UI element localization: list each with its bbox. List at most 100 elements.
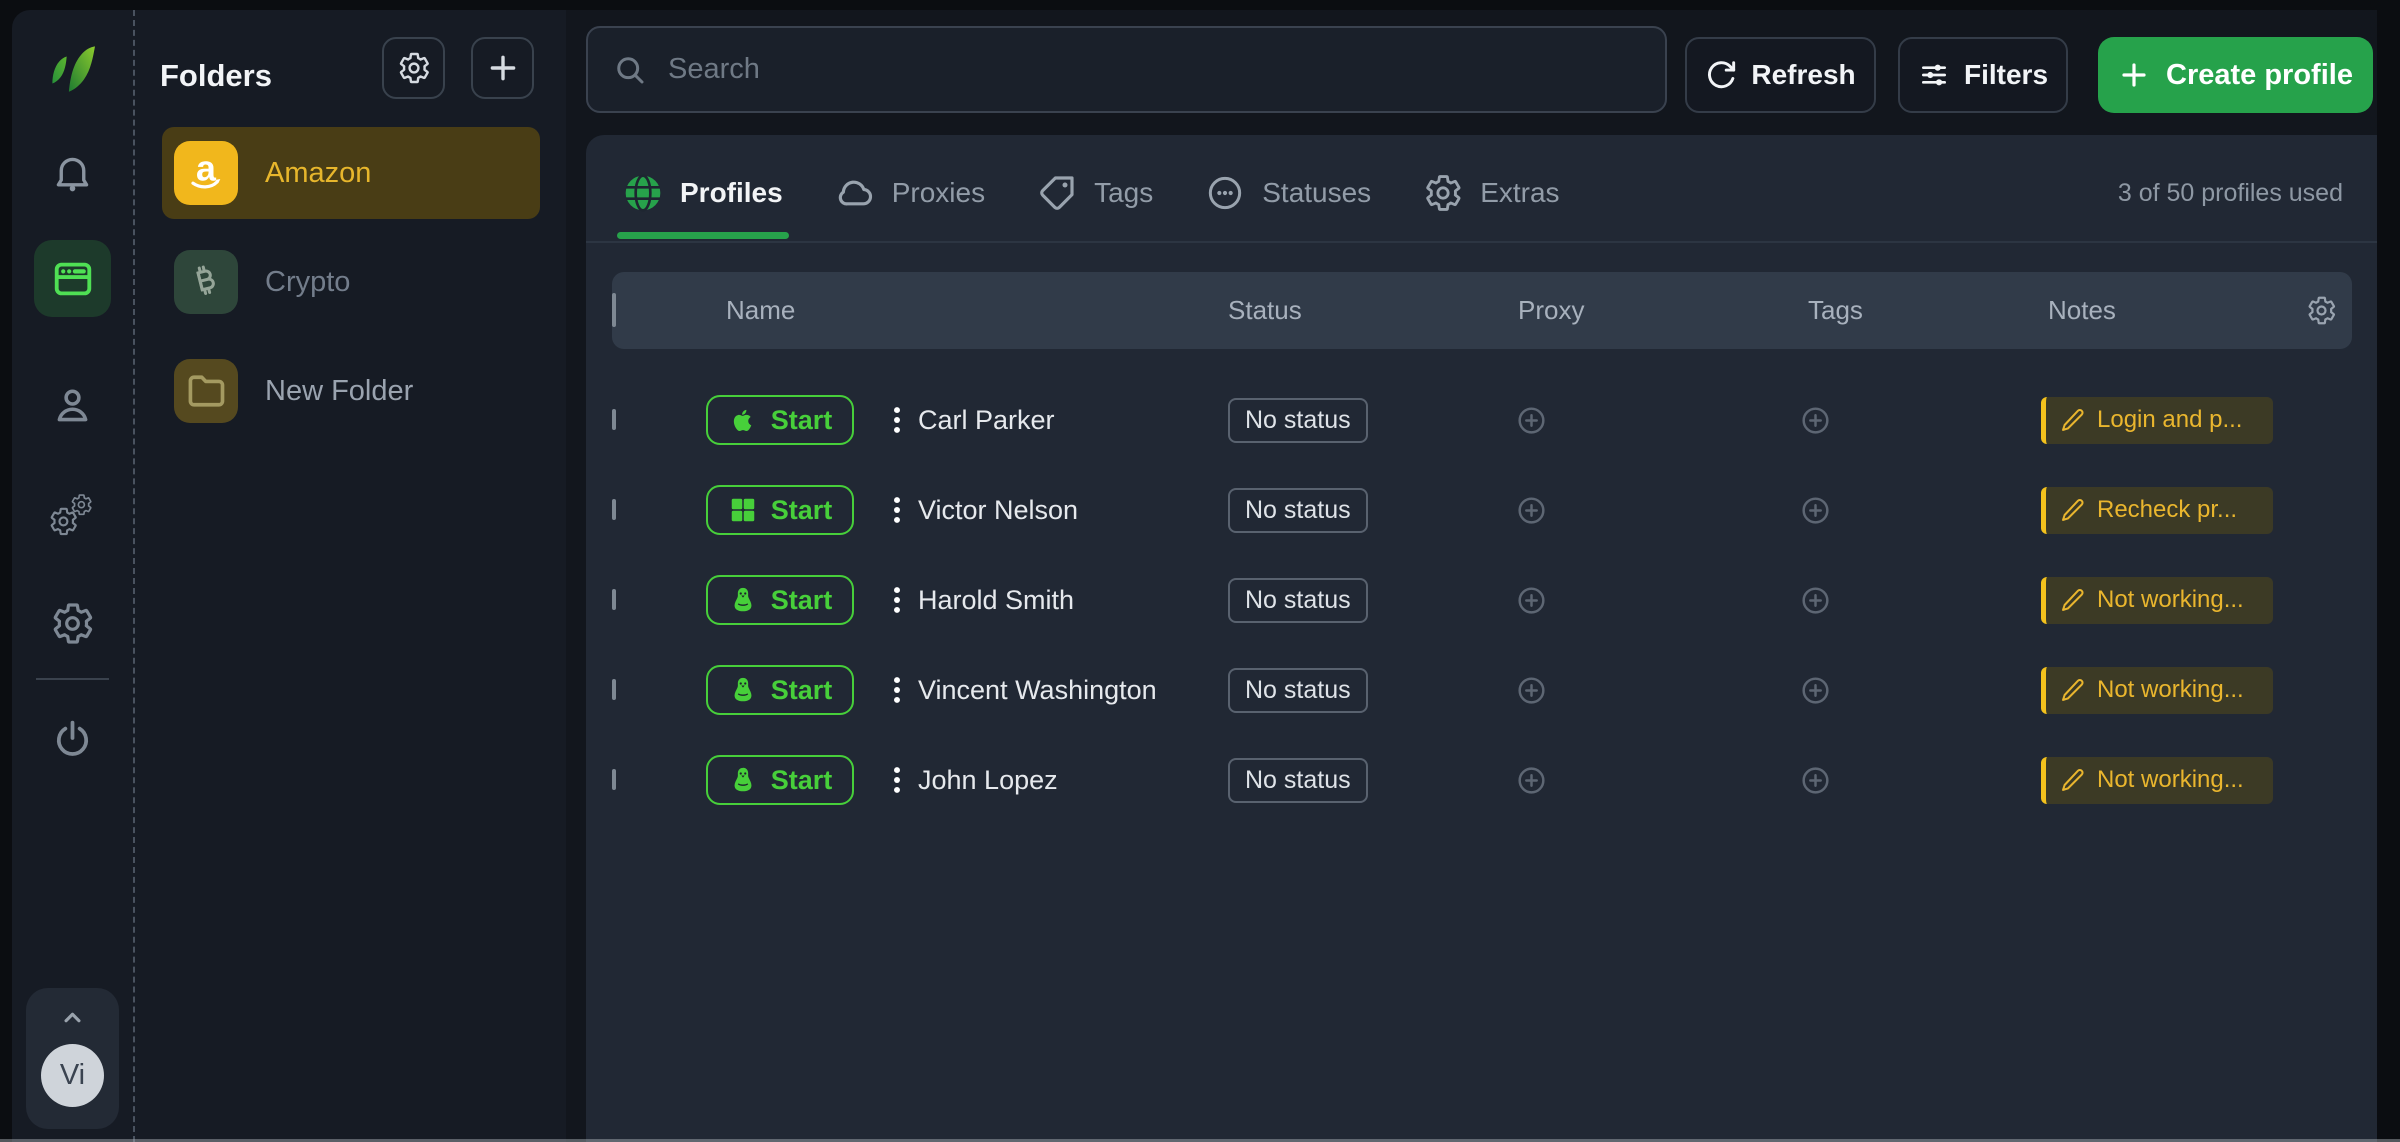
row-checkbox[interactable] [612,409,616,430]
table-row: Start John Lopez No status Not working..… [612,735,2352,825]
column-header-status: Status [1210,295,1500,326]
add-proxy-icon[interactable] [1515,764,1548,797]
add-proxy-icon[interactable] [1515,674,1548,707]
sidebar-item-profiles-active[interactable] [34,240,111,317]
row-menu-kebab-icon[interactable] [880,490,914,530]
row-menu-kebab-icon[interactable] [880,670,914,710]
automation-gears-icon[interactable] [50,493,95,538]
column-header-name: Name [700,295,1210,326]
note-badge[interactable]: Not working... [2041,757,2273,804]
profile-name: Victor Nelson [918,495,1078,526]
browser-window-icon [50,256,96,302]
pencil-icon [2059,587,2086,614]
pencil-icon [2059,407,2086,434]
bitcoin-icon [174,250,238,314]
add-tag-icon[interactable] [1799,404,1832,437]
status-badge[interactable]: No status [1228,668,1368,713]
add-tag-icon[interactable] [1799,584,1832,617]
start-label: Start [771,675,833,706]
avatar[interactable]: Vi [41,1044,104,1107]
folders-settings-button[interactable] [382,37,445,99]
note-text: Login and p... [2097,406,2242,434]
add-proxy-icon[interactable] [1515,494,1548,527]
tab-statuses[interactable]: Statuses [1205,145,1371,241]
create-profile-button[interactable]: Create profile [2098,37,2373,113]
add-folder-button[interactable] [471,37,534,99]
cloud-icon [835,173,875,213]
plus-icon [2118,59,2150,91]
note-text: Not working... [2097,586,2244,614]
profiles-usage-text: 3 of 50 profiles used [2118,179,2343,208]
tab-profiles[interactable]: Profiles [623,145,783,241]
tab-label: Extras [1480,177,1559,209]
gear-icon [397,51,431,85]
note-badge[interactable]: Not working... [2041,577,2273,624]
pencil-icon [2059,497,2086,524]
add-tag-icon[interactable] [1799,494,1832,527]
profile-name: Carl Parker [918,405,1055,436]
linux-icon [728,765,758,795]
start-profile-button[interactable]: Start [706,485,854,535]
column-header-tags: Tags [1790,295,2030,326]
add-proxy-icon[interactable] [1515,404,1548,437]
row-checkbox[interactable] [612,589,616,610]
status-badge[interactable]: No status [1228,758,1368,803]
user-menu[interactable]: Vi [26,988,119,1129]
filters-button[interactable]: Filters [1898,37,2068,113]
start-profile-button[interactable]: Start [706,395,854,445]
tab-proxies[interactable]: Proxies [835,145,985,241]
start-profile-button[interactable]: Start [706,575,854,625]
row-menu-kebab-icon[interactable] [880,760,914,800]
content-panel: Profiles Proxies Tags Statuses Extras [586,135,2377,1142]
row-checkbox[interactable] [612,769,616,790]
folders-title: Folders [160,58,272,94]
refresh-label: Refresh [1751,59,1855,91]
folder-item-new-folder[interactable]: New Folder [162,345,540,437]
row-checkbox[interactable] [612,679,616,700]
profile-name: Vincent Washington [918,675,1157,706]
power-icon[interactable] [50,717,95,762]
status-badge[interactable]: No status [1228,488,1368,533]
start-profile-button[interactable]: Start [706,665,854,715]
status-badge[interactable]: No status [1228,398,1368,443]
app-logo-icon [40,34,106,100]
column-header-proxy: Proxy [1500,295,1790,326]
row-menu-kebab-icon[interactable] [880,580,914,620]
note-text: Not working... [2097,766,2244,794]
tab-label: Statuses [1262,177,1371,209]
select-all-checkbox[interactable] [612,293,616,327]
filters-label: Filters [1964,59,2048,91]
refresh-button[interactable]: Refresh [1685,37,1876,113]
tabs-bar: Profiles Proxies Tags Statuses Extras [586,145,2377,243]
settings-gear-icon[interactable] [50,601,95,646]
status-circle-icon [1205,173,1245,213]
start-label: Start [771,585,833,616]
note-badge[interactable]: Not working... [2041,667,2273,714]
bell-icon[interactable] [50,151,95,196]
row-checkbox[interactable] [612,499,616,520]
app-window: Vi Folders Amazon Crypto New Folder [0,0,2400,1142]
add-proxy-icon[interactable] [1515,584,1548,617]
folder-item-crypto[interactable]: Crypto [162,236,540,328]
status-badge[interactable]: No status [1228,578,1368,623]
tab-label: Proxies [892,177,985,209]
row-menu-kebab-icon[interactable] [880,400,914,440]
table-settings-gear-icon[interactable] [2306,295,2337,326]
user-icon[interactable] [50,383,95,428]
gear-icon [1423,173,1463,213]
tab-tags[interactable]: Tags [1037,145,1153,241]
search-icon [612,52,648,88]
chevron-up-icon[interactable] [57,1002,88,1033]
add-tag-icon[interactable] [1799,674,1832,707]
search-input[interactable] [666,52,1641,87]
folder-item-amazon[interactable]: Amazon [162,127,540,219]
note-badge[interactable]: Login and p... [2041,397,2273,444]
note-badge[interactable]: Recheck pr... [2041,487,2273,534]
add-tag-icon[interactable] [1799,764,1832,797]
search-bar[interactable] [586,26,1667,113]
start-label: Start [771,765,833,796]
tab-extras[interactable]: Extras [1423,145,1559,241]
start-profile-button[interactable]: Start [706,755,854,805]
folders-panel: Folders Amazon Crypto New Folder [133,10,566,1142]
main-area: Refresh Filters Create profile Profiles … [566,10,2377,1142]
